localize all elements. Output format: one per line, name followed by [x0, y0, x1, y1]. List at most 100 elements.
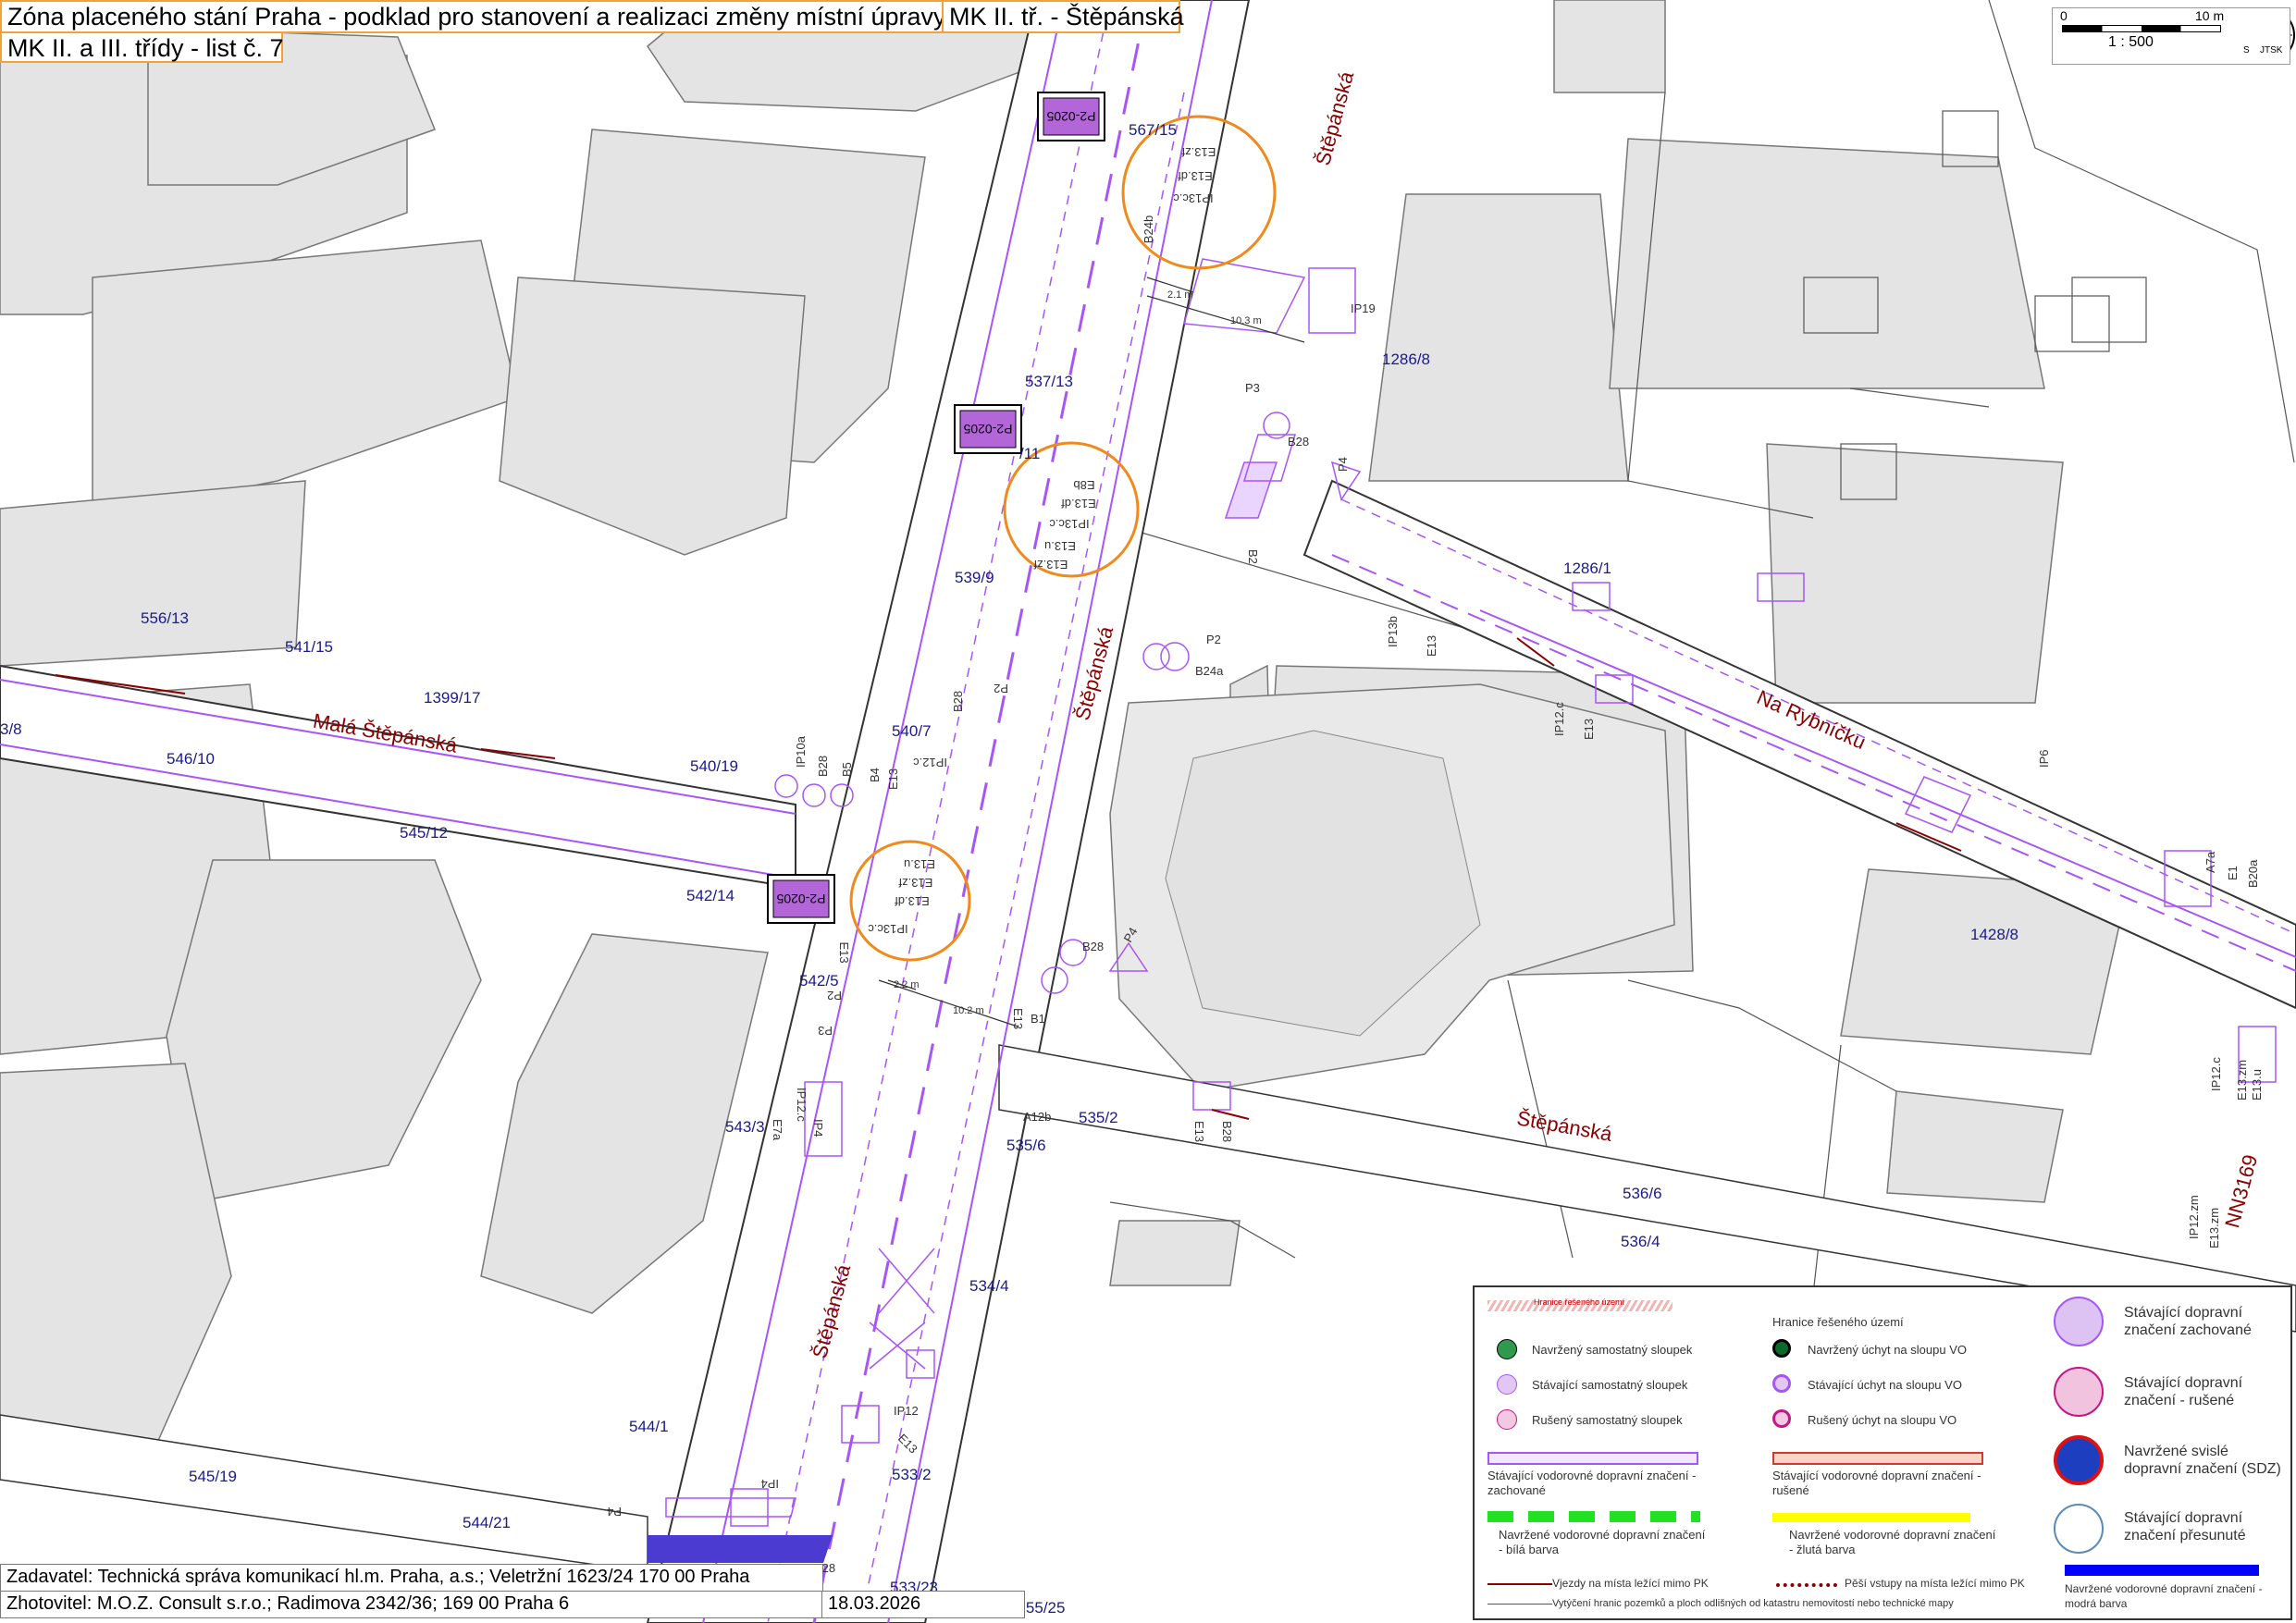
svg-text:E13.u: E13.u [1044, 539, 1076, 553]
svg-text:E13: E13 [1011, 1008, 1025, 1029]
svg-text:556/13: 556/13 [141, 609, 189, 627]
svg-text:542/5: 542/5 [799, 972, 839, 990]
legend-post-removed: Rušený samostatný sloupek [1532, 1413, 1683, 1427]
svg-text:E13.zf: E13.zf [1033, 558, 1068, 572]
header-title: Zóna placeného stání Praha - podklad pro… [0, 0, 946, 33]
svg-text:E13: E13 [1582, 719, 1596, 740]
legend-sign-removed: Stávající dopravní značení - rušené [2124, 1375, 2243, 1408]
svg-text:545/19: 545/19 [189, 1468, 237, 1485]
svg-text:1286/8: 1286/8 [1382, 350, 1430, 368]
svg-text:E13.u: E13.u [904, 857, 935, 871]
legend-post-new: Navržený samostatný sloupek [1532, 1343, 1693, 1357]
ped-entries-swatch [1776, 1583, 1837, 1587]
svg-text:544/21: 544/21 [463, 1514, 511, 1531]
svg-text:E13.zf: E13.zf [1181, 145, 1216, 159]
svg-text:535/6: 535/6 [1006, 1137, 1046, 1154]
street-label-stepanska-north: Štěpánská [1311, 68, 1358, 168]
mount-removed-icon [1772, 1409, 1791, 1428]
header-road-class: MK II. tř. - Štěpánská [942, 0, 1184, 33]
svg-text:535/2: 535/2 [1079, 1109, 1118, 1126]
svg-text:IP4: IP4 [811, 1119, 825, 1137]
sign-moved-icon [2054, 1504, 2104, 1554]
svg-text:IP13c.c: IP13c.c [868, 922, 908, 936]
svg-text:B24b: B24b [1142, 215, 1155, 243]
svg-text:534/4: 534/4 [969, 1277, 1009, 1295]
entries-swatch [1487, 1583, 1552, 1585]
legend-ped-entries: Pěší vstupy na místa ležící mimo PK [1845, 1577, 2025, 1590]
svg-text:542/14: 542/14 [686, 887, 734, 904]
svg-text:546/10: 546/10 [167, 750, 215, 768]
svg-text:IP12: IP12 [894, 1404, 919, 1418]
hz-removed-swatch [1772, 1452, 1983, 1465]
svg-text:A12b: A12b [1023, 1110, 1051, 1124]
svg-text:IP12.c: IP12.c [2209, 1057, 2223, 1091]
legend-entries: Vjezdy na místa ležící mimo PK [1552, 1577, 1709, 1590]
svg-text:P2-0205: P2-0205 [1046, 109, 1095, 124]
legend-cadastre: Vytýčení hranic pozemků a ploch odlišnýc… [1552, 1598, 1954, 1609]
svg-text:E13: E13 [1192, 1121, 1206, 1142]
legend-mount-removed: Rušený úchyt na sloupu VO [1808, 1413, 1957, 1427]
scale-distance: 10 m [2195, 8, 2225, 23]
legend-mount-existing: Stávající úchyt na sloupu VO [1808, 1378, 1962, 1392]
street-label-nn3169: NN3169 [2220, 1152, 2262, 1230]
svg-text:P3: P3 [818, 1024, 833, 1038]
courtyard-building [1109, 683, 1675, 1092]
svg-text:P4: P4 [1336, 457, 1350, 472]
svg-text:E8b: E8b [1073, 478, 1094, 492]
svg-text:E13.zm: E13.zm [2207, 1208, 2221, 1248]
svg-text:/11: /11 [1019, 445, 1040, 462]
svg-text:543/3: 543/3 [725, 1118, 765, 1136]
hz-kept-swatch [1487, 1452, 1698, 1465]
svg-text:P4: P4 [607, 1505, 622, 1518]
svg-text:E1: E1 [2226, 866, 2240, 880]
svg-text:10.2 m: 10.2 m [953, 1005, 984, 1016]
svg-text:IP12.zm: IP12.zm [2187, 1195, 2201, 1239]
svg-text:E13.df: E13.df [1178, 169, 1213, 183]
svg-text:B1: B1 [1031, 1012, 1045, 1026]
svg-text:10.3 m: 10.3 m [1230, 315, 1262, 326]
svg-text:536/6: 536/6 [1623, 1185, 1662, 1202]
svg-text:2.1 m: 2.1 m [1167, 289, 1193, 301]
svg-text:567/15: 567/15 [1129, 121, 1177, 139]
legend-post-existing: Stávající samostatný sloupek [1532, 1378, 1688, 1392]
svg-text:E13: E13 [886, 768, 900, 790]
svg-text:IP6: IP6 [2037, 749, 2051, 768]
svg-text:B28: B28 [951, 691, 965, 712]
svg-text:B28: B28 [816, 756, 830, 777]
svg-text:540/19: 540/19 [690, 757, 738, 775]
svg-text:E13: E13 [837, 941, 851, 963]
north-system-label: JTSK [2260, 45, 2283, 55]
legend-sign-moved: Stávající dopravní značení přesunuté [2124, 1510, 2246, 1543]
svg-text:B20a: B20a [2246, 859, 2260, 888]
svg-text:IP13b: IP13b [1386, 616, 1400, 647]
street-label-stepanska-east: Štěpánská [1515, 1106, 1614, 1146]
legend-sign-new-vertical: Navržené svislé dopravní značení (SDZ) [2124, 1444, 2281, 1477]
post-removed-icon [1497, 1409, 1517, 1430]
svg-text:1286/1: 1286/1 [1563, 559, 1611, 577]
mount-existing-icon [1772, 1374, 1791, 1393]
svg-text:B28: B28 [1082, 940, 1104, 953]
svg-text:IP12.c: IP12.c [1552, 702, 1566, 736]
svg-text:E13.u: E13.u [2250, 1069, 2264, 1100]
post-new-icon [1497, 1339, 1517, 1359]
hz-blue-swatch [2065, 1565, 2259, 1576]
post-existing-icon [1497, 1374, 1517, 1395]
scale-bar [2062, 25, 2221, 32]
footer-contractor: Zhotovitel: M.O.Z. Consult s.r.o.; Radim… [0, 1591, 823, 1618]
svg-text:P2: P2 [1206, 633, 1221, 646]
svg-text:B5: B5 [840, 762, 854, 777]
svg-text:544/1: 544/1 [629, 1418, 669, 1435]
svg-text:B24a: B24a [1195, 664, 1224, 678]
svg-text:537/13: 537/13 [1025, 373, 1073, 390]
svg-text:E13: E13 [1425, 635, 1438, 657]
svg-text:IP19: IP19 [1351, 301, 1376, 315]
sign-kept-icon [2054, 1297, 2104, 1346]
legend-hz-white: Navržené vodorovné dopravní značení - bí… [1499, 1528, 1706, 1556]
svg-text:B28: B28 [1288, 435, 1309, 449]
svg-text:E13.df: E13.df [1061, 497, 1096, 510]
svg-text:P2: P2 [994, 682, 1008, 695]
header-sheet: MK II. a III. třídy - list č. 7 [0, 31, 284, 63]
legend-hz-kept: Stávající vodorovné dopravní značení - z… [1487, 1469, 1697, 1497]
hz-white-swatch [1487, 1511, 1700, 1522]
cadastre-swatch [1487, 1604, 1552, 1605]
